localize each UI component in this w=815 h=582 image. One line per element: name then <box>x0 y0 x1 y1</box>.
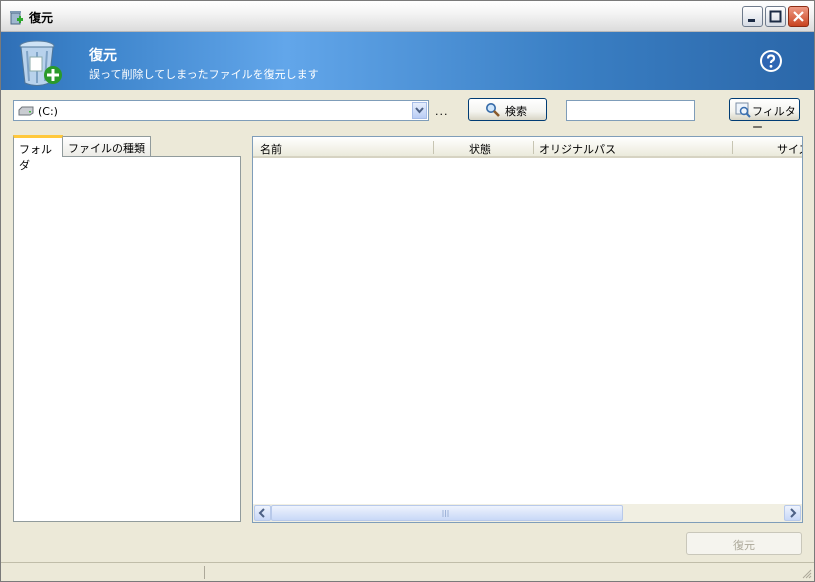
tab-folder-label: フォルダ <box>19 143 52 172</box>
column-divider[interactable] <box>732 141 733 154</box>
window-title: 復元 <box>29 11 54 25</box>
header-banner: 復元 誤って削除してしまったファイルを復元します <box>1 32 814 90</box>
maximize-button[interactable] <box>765 6 786 27</box>
search-button[interactable]: 検索 <box>468 98 547 121</box>
column-divider[interactable] <box>533 141 534 154</box>
scroll-thumb[interactable] <box>271 505 623 521</box>
recycle-bin-restore-icon <box>19 40 62 86</box>
status-bar <box>1 562 814 581</box>
column-header-original-path[interactable]: オリジナルパス <box>539 141 616 157</box>
grip-icon <box>442 510 449 517</box>
filter-button-label: フィルター <box>752 105 796 134</box>
tab-folder[interactable]: フォルダ <box>13 135 63 172</box>
restore-window: 復元 復元 誤って削除してしまったファイルを復元します (C:) ... 検索 … <box>0 0 815 582</box>
search-button-label: 検索 <box>505 105 527 118</box>
header-subtitle: 誤って削除してしまったファイルを復元します <box>89 68 319 81</box>
maximize-icon <box>769 10 782 23</box>
filter-button[interactable]: フィルター <box>729 98 800 134</box>
minimize-button[interactable] <box>742 6 763 27</box>
tab-file-types-label: ファイルの種類 <box>68 142 145 155</box>
restore-button-label: 復元 <box>733 539 755 552</box>
minimize-icon <box>748 19 755 22</box>
close-icon <box>793 11 804 22</box>
search-input[interactable] <box>566 100 695 121</box>
chevron-left-icon <box>258 508 265 518</box>
help-icon[interactable] <box>759 49 783 73</box>
column-header-name[interactable]: 名前 <box>260 141 282 157</box>
column-divider[interactable] <box>433 141 434 154</box>
filter-icon <box>735 102 751 118</box>
title-bar[interactable]: 復元 <box>1 1 814 32</box>
header-title: 復元 <box>89 48 117 64</box>
column-header-size[interactable]: サイズ <box>777 141 802 157</box>
chevron-right-icon <box>790 508 797 518</box>
list-header: 名前 状態 オリジナルパス サイズ <box>253 137 802 158</box>
drive-select[interactable]: (C:) <box>13 100 429 121</box>
drive-label: (C:) <box>38 105 58 118</box>
close-button[interactable] <box>788 6 809 27</box>
recycle-restore-icon <box>10 11 23 25</box>
drive-icon <box>18 106 34 116</box>
column-header-status[interactable]: 状態 <box>469 141 491 157</box>
folder-tree-panel[interactable] <box>13 156 241 522</box>
chevron-down-icon <box>415 107 424 114</box>
magnifier-icon <box>486 103 500 117</box>
scroll-right-button[interactable] <box>784 505 801 521</box>
file-list[interactable]: 名前 状態 オリジナルパス サイズ <box>252 136 803 523</box>
tab-file-types[interactable]: ファイルの種類 <box>62 136 151 156</box>
restore-button[interactable]: 復元 <box>686 532 802 555</box>
browse-ellipsis-button[interactable]: ... <box>435 105 449 118</box>
resize-grip-icon[interactable] <box>802 569 812 579</box>
horizontal-scrollbar[interactable] <box>253 504 802 522</box>
drive-dropdown-button[interactable] <box>412 102 427 119</box>
scroll-left-button[interactable] <box>254 505 271 521</box>
status-divider <box>204 566 205 579</box>
